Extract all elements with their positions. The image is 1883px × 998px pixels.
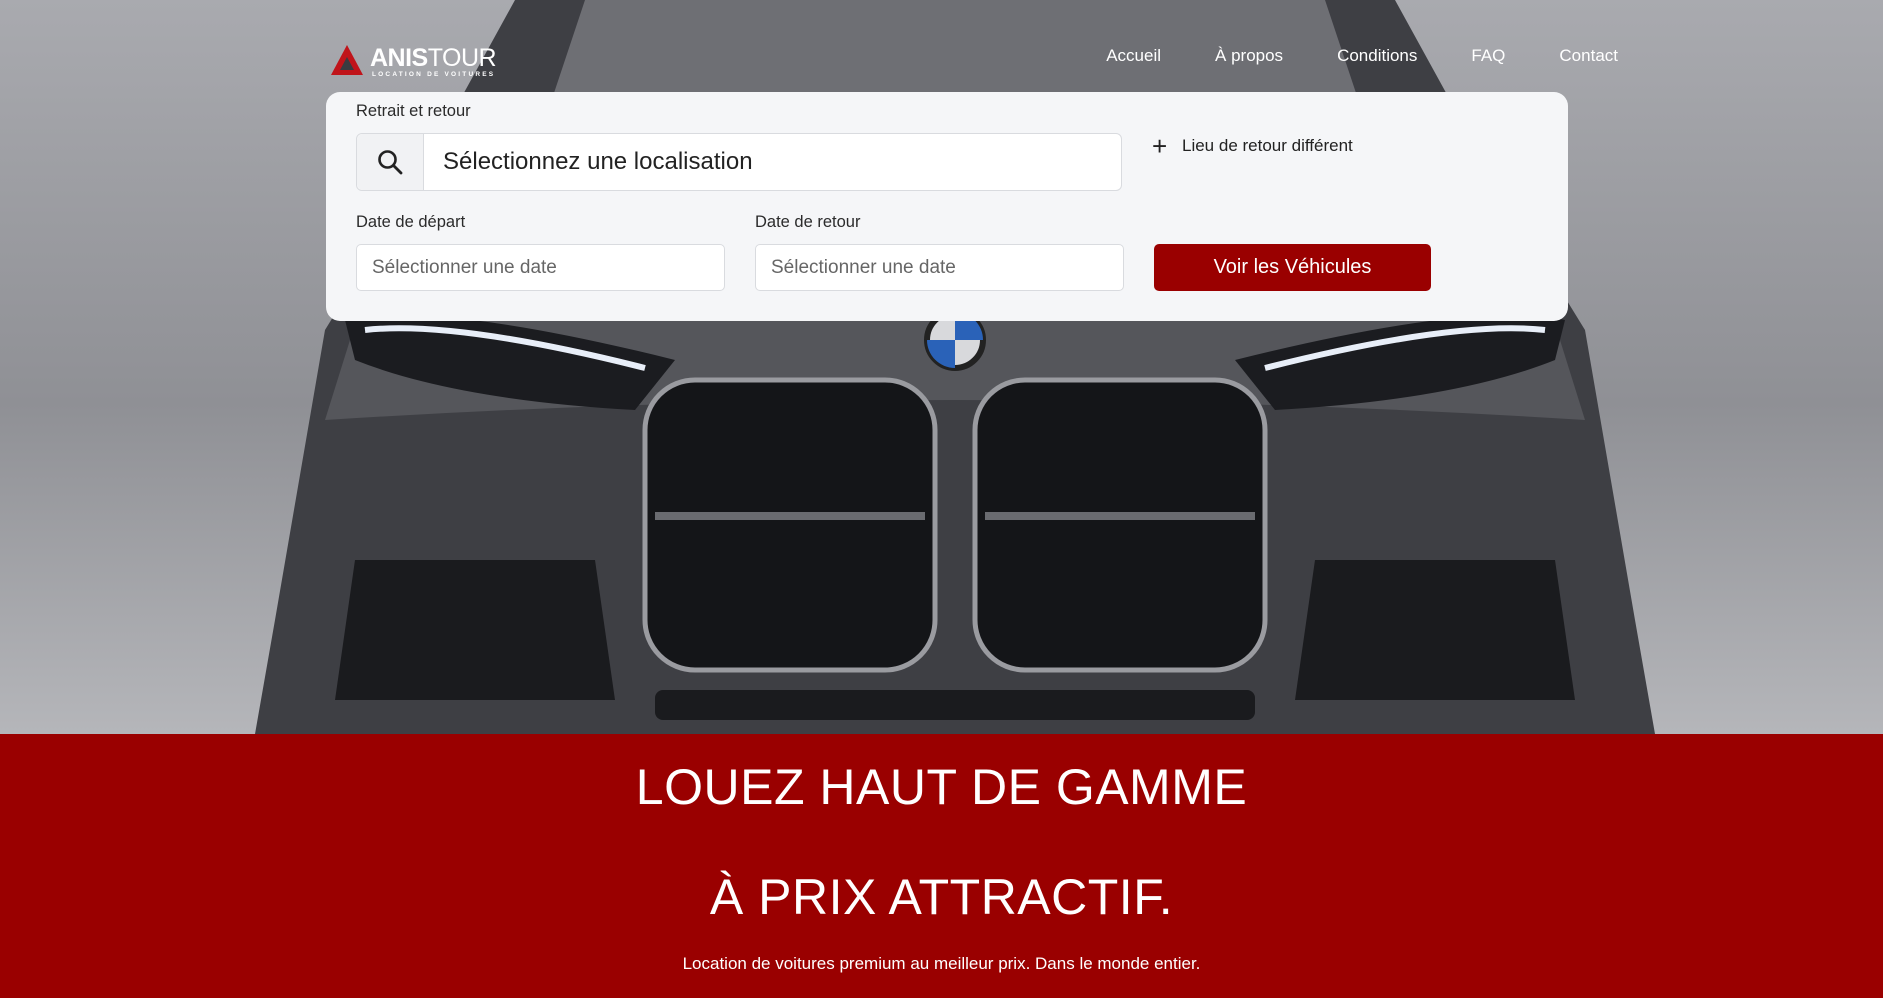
location-select[interactable]: Sélectionnez une localisation: [356, 133, 1122, 191]
hero-subtitle: Location de voitures premium au meilleur…: [682, 954, 1201, 973]
triangle-logo-icon: [331, 45, 363, 75]
start-date-input[interactable]: Sélectionner une date: [356, 244, 725, 291]
nav-a-propos[interactable]: À propos: [1215, 46, 1283, 66]
location-label: Retrait et retour: [356, 102, 471, 120]
brand-name: ANISTOUR: [370, 44, 497, 72]
nav-accueil[interactable]: Accueil: [1106, 46, 1161, 66]
view-vehicles-button[interactable]: Voir les Véhicules: [1154, 244, 1431, 291]
location-value: Sélectionnez une localisation: [443, 148, 753, 175]
search-icon: [357, 134, 424, 190]
nav-contact[interactable]: Contact: [1559, 46, 1618, 66]
different-return-label: Lieu de retour différent: [1182, 136, 1353, 155]
start-date-label: Date de départ: [356, 213, 466, 231]
plus-icon: +: [1152, 131, 1168, 161]
nav-conditions[interactable]: Conditions: [1337, 46, 1417, 66]
hero-title-line1: LOUEZ HAUT DE GAMME: [635, 759, 1248, 815]
hero-title-line2: À PRIX ATTRACTIF.: [709, 869, 1174, 925]
booking-form: Retrait et retour Sélectionnez une local…: [326, 92, 1568, 321]
hero-banner: LOUEZ HAUT DE GAMME À PRIX ATTRACTIF. Lo…: [0, 734, 1883, 998]
brand-logo[interactable]: ANISTOUR LOCATION DE VOITURES: [330, 44, 500, 80]
brand-tagline: LOCATION DE VOITURES: [372, 71, 496, 78]
end-date-label: Date de retour: [755, 213, 861, 231]
main-nav: Accueil À propos Conditions FAQ Contact: [1052, 46, 1618, 66]
end-date-input[interactable]: Sélectionner une date: [755, 244, 1124, 291]
different-return-toggle[interactable]: + Lieu de retour différent: [1152, 131, 1353, 161]
nav-faq[interactable]: FAQ: [1471, 46, 1505, 66]
